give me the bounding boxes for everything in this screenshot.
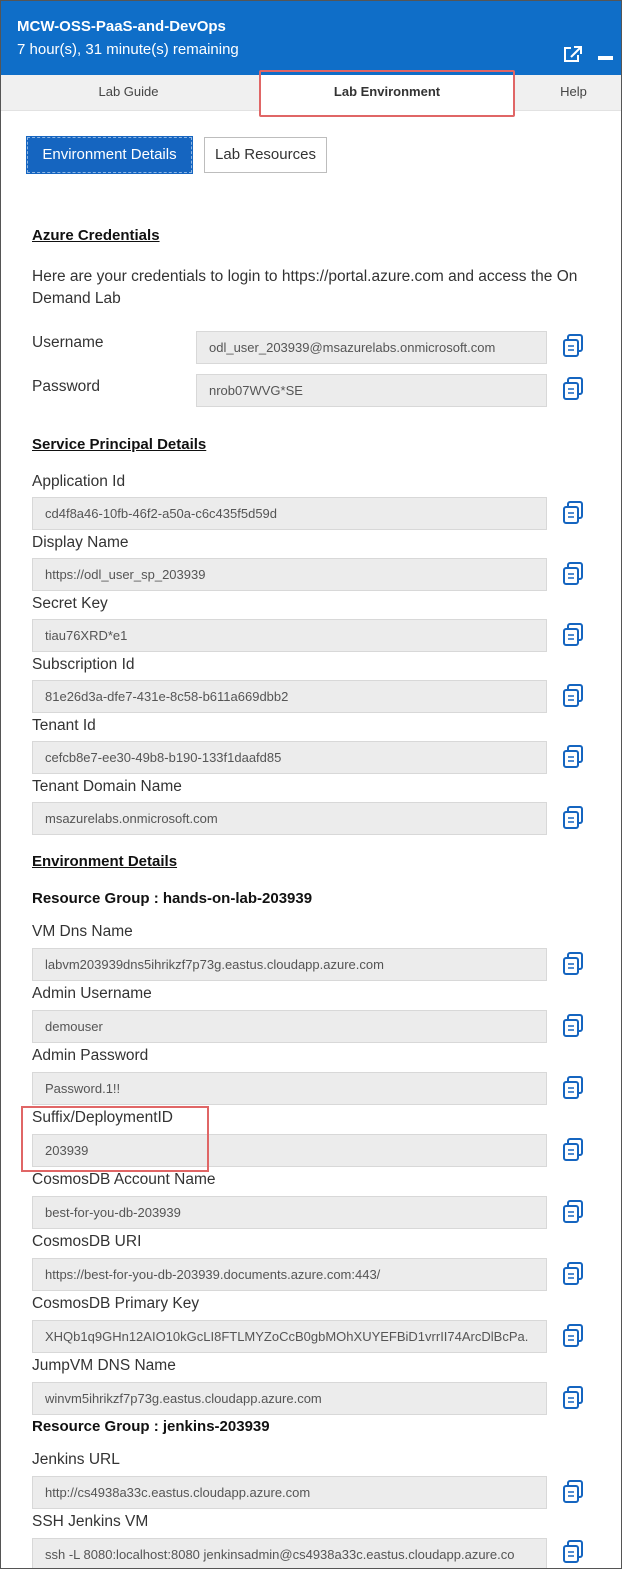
copy-icon[interactable] [561,951,587,977]
suffix-deployment-id-field[interactable]: 203939 [32,1134,547,1167]
minimize-icon[interactable] [598,56,613,60]
header-bar: MCW-OSS-PaaS-and-DevOps 7 hour(s), 31 mi… [1,1,621,75]
tenant-domain-field[interactable]: msazurelabs.onmicrosoft.com [32,802,547,835]
ssh-jenkins-label: SSH Jenkins VM [32,1513,149,1530]
jenkins-url-label: Jenkins URL [32,1451,120,1468]
vm-dns-label: VM Dns Name [32,923,133,940]
resource-group-heading: Resource Group : hands-on-lab-203939 [32,890,313,907]
cosmosdb-account-field[interactable]: best-for-you-db-203939 [32,1196,547,1229]
jumpvm-dns-label: JumpVM DNS Name [32,1357,176,1374]
cosmosdb-uri-label: CosmosDB URI [32,1233,142,1250]
lab-resources-button[interactable]: Lab Resources [204,137,327,173]
cosmosdb-key-label: CosmosDB Primary Key [32,1295,200,1312]
copy-icon[interactable] [561,1479,587,1505]
secret-key-field[interactable]: tiau76XRD*e1 [32,619,547,652]
jenkins-url-field[interactable]: http://cs4938a33c.eastus.cloudapp.azure.… [32,1476,547,1509]
environment-details-button[interactable]: Environment Details [26,136,193,174]
lab-panel: MCW-OSS-PaaS-and-DevOps 7 hour(s), 31 mi… [0,0,622,1569]
resource-group-jenkins-heading: Resource Group : jenkins-203939 [32,1418,270,1435]
copy-icon[interactable] [561,1075,587,1101]
cosmosdb-account-label: CosmosDB Account Name [32,1171,216,1188]
tab-bar: Lab Guide Lab Environment Help [1,75,621,111]
copy-icon[interactable] [561,744,587,770]
azure-credentials-heading: Azure Credentials [32,227,160,244]
cosmosdb-key-field[interactable]: XHQb1q9GHn12AIO10kGcLI8FTLMYZoCcB0gbMOhX… [32,1320,547,1353]
admin-username-field[interactable]: demouser [32,1010,547,1043]
password-field[interactable]: nrob07WVG*SE [196,374,547,407]
application-id-field[interactable]: cd4f8a46-10fb-46f2-a50a-c6c435f5d59d [32,497,547,530]
copy-icon[interactable] [561,500,587,526]
tab-lab-environment[interactable]: Lab Environment [261,75,513,111]
copy-icon[interactable] [561,376,587,402]
lab-title: MCW-OSS-PaaS-and-DevOps [17,18,226,35]
time-remaining: 7 hour(s), 31 minute(s) remaining [17,41,239,58]
copy-icon[interactable] [561,1137,587,1163]
copy-icon[interactable] [561,561,587,587]
jumpvm-dns-field[interactable]: winvm5ihrikzf7p73g.eastus.cloudapp.azure… [32,1382,547,1415]
ssh-jenkins-field[interactable]: ssh -L 8080:localhost:8080 jenkinsadmin@… [32,1538,547,1568]
copy-icon[interactable] [561,622,587,648]
copy-icon[interactable] [561,1199,587,1225]
admin-username-label: Admin Username [32,985,152,1002]
service-principal-heading: Service Principal Details [32,436,207,453]
copy-icon[interactable] [561,1013,587,1039]
environment-details-heading: Environment Details [32,853,178,870]
copy-icon[interactable] [561,1539,587,1565]
tenant-domain-label: Tenant Domain Name [32,778,182,795]
display-name-field[interactable]: https://odl_user_sp_203939 [32,558,547,591]
external-link-icon[interactable] [563,45,583,63]
subscription-id-label: Subscription Id [32,656,135,673]
tenant-id-field[interactable]: cefcb8e7-ee30-49b8-b190-133f1daafd85 [32,741,547,774]
suffix-deployment-id-label: Suffix/DeploymentID [32,1109,173,1126]
vm-dns-field[interactable]: labvm203939dns5ihrikzf7p73g.eastus.cloud… [32,948,547,981]
username-field[interactable]: odl_user_203939@msazurelabs.onmicrosoft.… [196,331,547,364]
admin-password-field[interactable]: Password.1!! [32,1072,547,1105]
admin-password-label: Admin Password [32,1047,149,1064]
copy-icon[interactable] [561,805,587,831]
copy-icon[interactable] [561,333,587,359]
tenant-id-label: Tenant Id [32,717,96,734]
tab-lab-guide[interactable]: Lab Guide [1,75,256,111]
application-id-label: Application Id [32,473,126,490]
copy-icon[interactable] [561,1261,587,1287]
azure-intro-text: Here are your credentials to login to ht… [32,268,578,307]
subscription-id-field[interactable]: 81e26d3a-dfe7-431e-8c58-b611a669dbb2 [32,680,547,713]
copy-icon[interactable] [561,1323,587,1349]
cosmosdb-uri-field[interactable]: https://best-for-you-db-203939.documents… [32,1258,547,1291]
secret-key-label: Secret Key [32,595,108,612]
username-label: Username [32,334,104,351]
display-name-label: Display Name [32,534,129,551]
copy-icon[interactable] [561,683,587,709]
password-label: Password [32,378,101,395]
copy-icon[interactable] [561,1385,587,1411]
tab-help[interactable]: Help [526,75,621,111]
